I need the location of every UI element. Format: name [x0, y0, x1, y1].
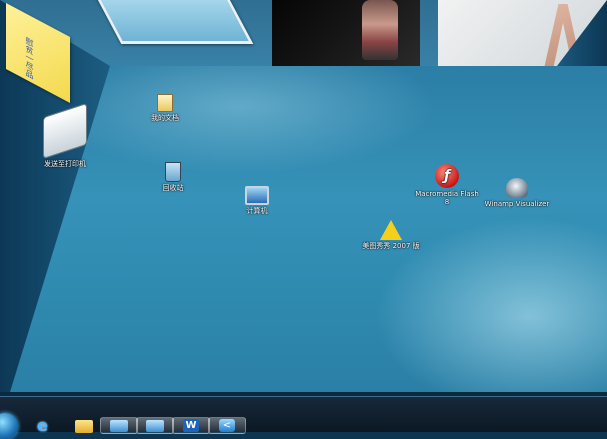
- ceiling-picture-frame: [94, 0, 254, 44]
- taskbar-ie-button[interactable]: e: [30, 416, 66, 435]
- taskbar: e W <: [0, 396, 607, 439]
- desktop-icon-my-documents[interactable]: 我的文档: [130, 94, 200, 122]
- taskbar-word-button[interactable]: W: [172, 417, 210, 434]
- desktop-icon-label: 美图秀秀 2007 版: [362, 242, 420, 250]
- desktop-icon-flash[interactable]: ƒ Macromedia Flash 8: [412, 164, 482, 206]
- desktop-icon-label: Winamp Visualizer: [484, 200, 550, 208]
- desktop-icon-meitu[interactable]: 美图秀秀 2007 版: [356, 220, 426, 250]
- computer-icon: [245, 186, 269, 205]
- flash-icon: ƒ: [435, 164, 459, 188]
- desktop-icon-label: 回收站: [162, 184, 184, 192]
- desktop-icon-recycle-bin[interactable]: 回收站: [138, 162, 208, 192]
- taskbar-window-button-2[interactable]: [136, 417, 174, 434]
- desktop-icon-label: 计算机: [246, 207, 268, 215]
- desktop-icon-winamp[interactable]: Winamp Visualizer: [482, 178, 552, 208]
- word-icon: W: [183, 419, 199, 432]
- desktop-icon-label: Macromedia Flash 8: [415, 190, 479, 206]
- globe-icon: [146, 420, 164, 432]
- desktop-icon-computer[interactable]: 计算机: [222, 186, 292, 215]
- desktop-icon-label: 我的文档: [151, 114, 179, 122]
- taskbar-app-button[interactable]: <: [208, 417, 246, 434]
- desktop-icon-label: 发送至打印机: [44, 160, 86, 168]
- taskbar-explorer-button[interactable]: [66, 417, 102, 433]
- wall-photo-figure: [362, 0, 398, 60]
- recycle-bin-icon: [165, 162, 181, 182]
- window-icon: [110, 420, 128, 432]
- ie-icon: e: [37, 416, 48, 435]
- taskbar-window-button-1[interactable]: [100, 417, 138, 434]
- app-icon: <: [219, 419, 235, 432]
- winamp-icon: [506, 178, 528, 198]
- folder-icon: [75, 420, 93, 433]
- start-button[interactable]: [0, 413, 18, 439]
- document-icon: [157, 94, 173, 112]
- meitu-icon: [380, 220, 402, 240]
- desktop-icon-send-to-printer[interactable]: 发送至打印机: [30, 102, 100, 168]
- printer-icon: [43, 102, 87, 160]
